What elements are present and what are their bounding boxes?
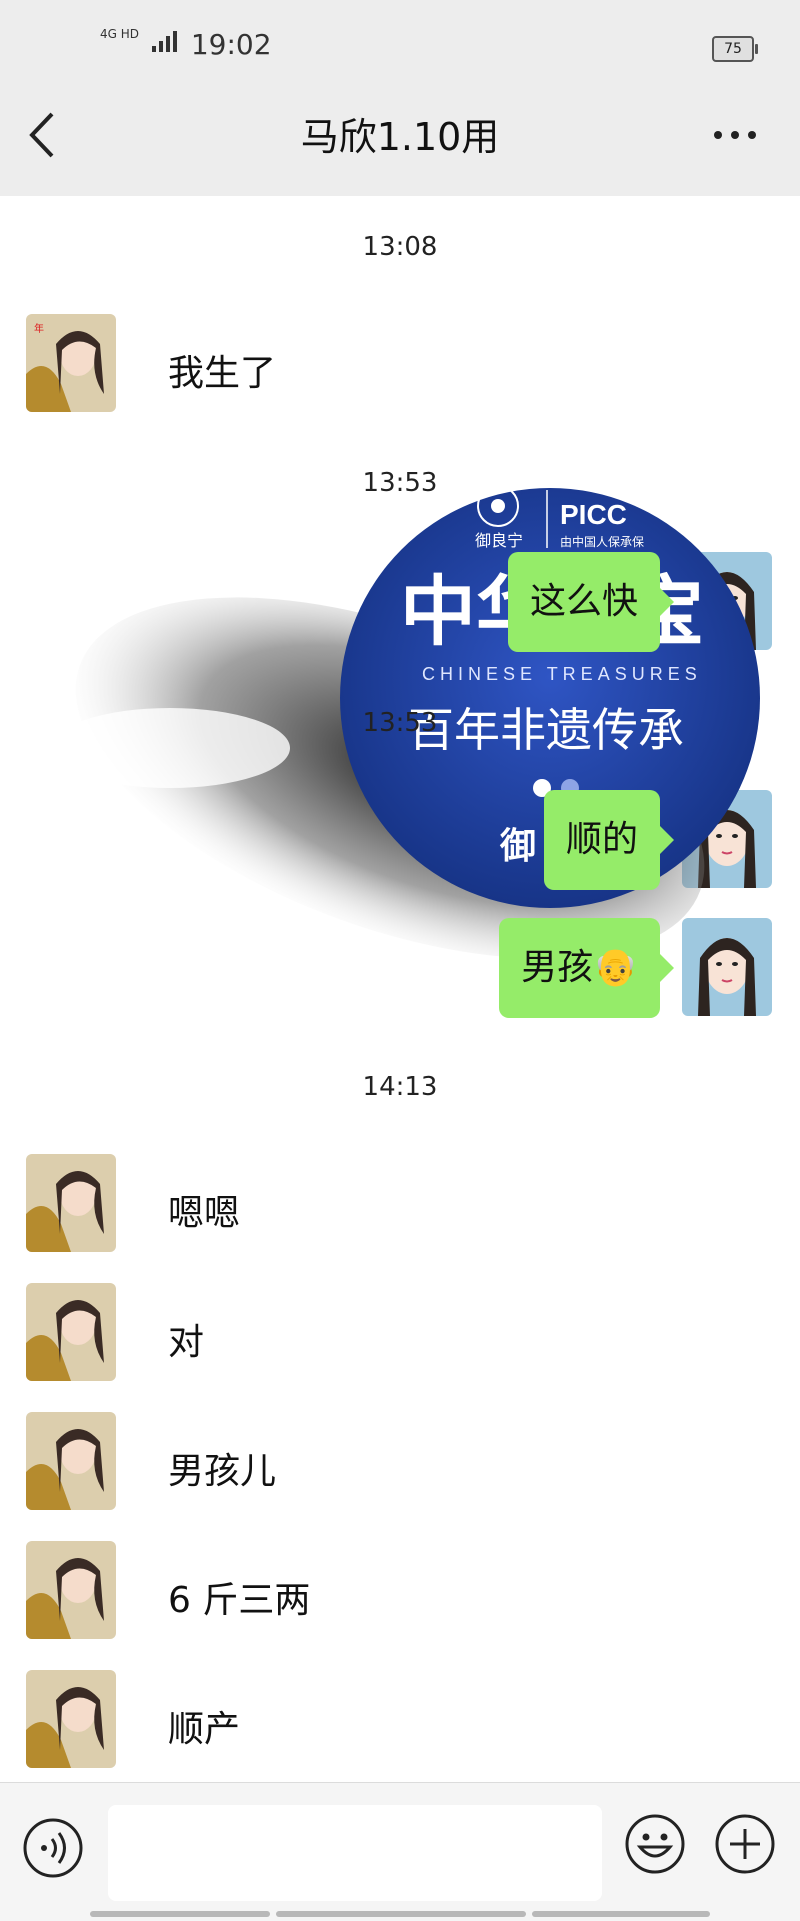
contact-avatar[interactable]: 年 xyxy=(26,314,116,412)
status-bar: 4G HD 19:02 xyxy=(100,28,272,61)
more-options-icon[interactable] xyxy=(710,120,760,150)
contact-avatar[interactable] xyxy=(26,1541,116,1639)
promo-partner-sub: 由中国人保承保 xyxy=(560,534,644,549)
signal-icon xyxy=(151,31,177,52)
clock: 19:02 xyxy=(190,28,272,61)
message-text: 男孩儿 xyxy=(168,1451,277,1492)
contact-avatar[interactable] xyxy=(26,1154,116,1252)
svg-text:年: 年 xyxy=(34,322,44,335)
timestamp: 13:08 xyxy=(362,232,438,262)
chat-area[interactable]: 御良宁 PICC 由中国人保承保 中华瑰宝 CHINESE TREASURES … xyxy=(0,196,800,1782)
input-bar xyxy=(0,1782,800,1921)
emoji-icon[interactable] xyxy=(624,1813,686,1875)
message-bubble-sent[interactable]: 顺的 xyxy=(543,790,675,890)
timestamp: 13:53 xyxy=(362,708,438,738)
message-text: 对 xyxy=(168,1322,205,1363)
promo-subtitle-en: CHINESE TREASURES xyxy=(422,664,702,684)
message-text: 6 斤三两 xyxy=(168,1580,311,1621)
contact-avatar[interactable] xyxy=(26,1412,116,1510)
promo-partner: PICC xyxy=(560,499,627,530)
contact-avatar[interactable] xyxy=(26,1670,116,1768)
message-input[interactable] xyxy=(108,1805,602,1901)
message-text: 顺产 xyxy=(168,1709,241,1750)
gesture-bar xyxy=(90,1911,710,1917)
promo-brand: 御良宁 xyxy=(475,531,523,550)
promo-footer-char: 御 xyxy=(499,825,536,867)
contact-avatar[interactable] xyxy=(26,1283,116,1381)
message-bubble-sent[interactable]: 男孩👴 xyxy=(499,918,674,1018)
battery-icon: 75 xyxy=(712,36,758,62)
message-bubble-sent[interactable]: 这么快 xyxy=(507,552,675,652)
network-indicator: 4G HD xyxy=(100,27,140,41)
top-bar: 4G HD 19:02 75 马欣1.10用 xyxy=(0,0,800,196)
timestamp: 14:13 xyxy=(362,1072,438,1102)
message-text: 嗯嗯 xyxy=(168,1193,241,1234)
plus-icon[interactable] xyxy=(714,1813,776,1875)
message-text: 我生了 xyxy=(168,353,277,394)
chat-title: 马欣1.10用 xyxy=(300,115,500,159)
timestamp: 13:53 xyxy=(362,468,438,498)
voice-icon[interactable] xyxy=(22,1817,84,1879)
